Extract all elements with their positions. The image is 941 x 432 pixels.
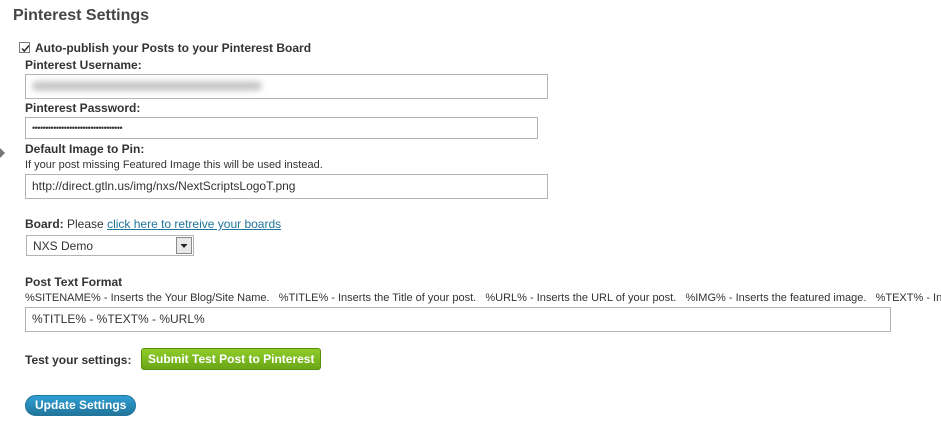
- username-input[interactable]: [25, 74, 548, 99]
- board-select-value: NXS Demo: [33, 239, 94, 253]
- password-input[interactable]: ••••••••••••••••••••••••••••••••••: [25, 117, 538, 139]
- default-image-input[interactable]: http://direct.gtln.us/img/nxs/NextScript…: [25, 174, 548, 199]
- submit-test-post-button[interactable]: Submit Test Post to Pinterest: [141, 348, 322, 370]
- update-settings-button[interactable]: Update Settings: [25, 395, 137, 416]
- board-select[interactable]: NXS Demo: [26, 235, 194, 256]
- post-format-help: %SITENAME% - Inserts the Your Blog/Site …: [25, 292, 941, 304]
- retrieve-boards-link[interactable]: click here to retreive your boards: [107, 217, 281, 231]
- board-prompt: Please: [67, 217, 104, 231]
- username-label: Pinterest Username:: [25, 58, 142, 72]
- default-image-help: If your post missing Featured Image this…: [25, 159, 323, 171]
- default-image-label: Default Image to Pin:: [25, 142, 145, 156]
- chevron-down-icon[interactable]: [176, 237, 192, 254]
- test-settings-label: Test your settings:: [25, 353, 132, 367]
- page-title: Pinterest Settings: [13, 7, 150, 24]
- autopublish-label: Auto-publish your Posts to your Pinteres…: [35, 41, 312, 55]
- post-format-label: Post Text Format: [25, 275, 123, 289]
- autopublish-checkbox[interactable]: [19, 42, 30, 53]
- board-row: Board: Please click here to retreive you…: [25, 217, 281, 231]
- post-format-input[interactable]: %TITLE% - %TEXT% - %URL%: [25, 307, 891, 332]
- password-label: Pinterest Password:: [25, 101, 141, 115]
- blurred-username: [32, 81, 262, 91]
- board-label: Board:: [25, 217, 64, 231]
- checkmark-icon: [21, 44, 30, 53]
- collapse-arrow-icon: [0, 148, 5, 158]
